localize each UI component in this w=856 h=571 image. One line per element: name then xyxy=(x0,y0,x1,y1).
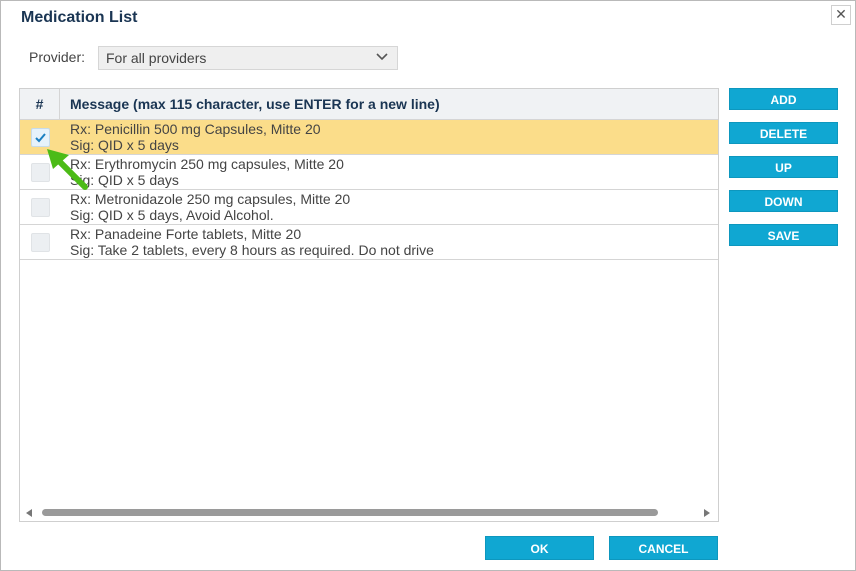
medication-grid: # Message (max 115 character, use ENTER … xyxy=(19,88,719,522)
table-row[interactable]: Rx: Metronidazole 250 mg capsules, Mitte… xyxy=(20,190,718,225)
close-button[interactable]: ✕ xyxy=(831,5,851,25)
table-row[interactable]: Rx: Panadeine Forte tablets, Mitte 20 Si… xyxy=(20,225,718,260)
up-button[interactable]: UP xyxy=(729,156,838,178)
ok-button[interactable]: OK xyxy=(485,536,594,560)
row-rx-text: Rx: Erythromycin 250 mg capsules, Mitte … xyxy=(70,156,344,172)
chevron-down-icon xyxy=(376,53,388,61)
row-checkbox[interactable] xyxy=(31,233,50,252)
down-button[interactable]: DOWN xyxy=(729,190,838,212)
row-rx-text: Rx: Panadeine Forte tablets, Mitte 20 xyxy=(70,226,302,242)
row-sig-text: Sig: QID x 5 days, Avoid Alcohol. xyxy=(70,207,274,223)
table-row[interactable]: Rx: Erythromycin 250 mg capsules, Mitte … xyxy=(20,155,718,190)
cancel-button[interactable]: CANCEL xyxy=(609,536,718,560)
medication-list-dialog: Medication List ✕ Provider: For all prov… xyxy=(0,0,856,571)
scrollbar-thumb[interactable] xyxy=(42,509,658,516)
row-rx-text: Rx: Metronidazole 250 mg capsules, Mitte… xyxy=(70,191,351,207)
pointer-arrow-icon xyxy=(47,149,88,190)
grid-header: # Message (max 115 character, use ENTER … xyxy=(20,89,718,120)
dialog-title: Medication List xyxy=(21,9,138,26)
delete-button[interactable]: DELETE xyxy=(729,122,838,144)
provider-select-value: For all providers xyxy=(106,50,207,66)
row-rx-text: Rx: Penicillin 500 mg Capsules, Mitte 20 xyxy=(70,121,321,137)
row-checkbox[interactable] xyxy=(31,198,50,217)
scroll-right-icon[interactable] xyxy=(704,509,710,517)
horizontal-scrollbar[interactable] xyxy=(20,505,718,521)
provider-label: Provider: xyxy=(29,49,86,65)
column-header-message: Message (max 115 character, use ENTER fo… xyxy=(70,96,440,112)
close-icon: ✕ xyxy=(835,6,847,22)
add-button[interactable]: ADD xyxy=(729,88,838,110)
row-sig-text: Sig: Take 2 tablets, every 8 hours as re… xyxy=(70,242,434,258)
scroll-left-icon[interactable] xyxy=(26,509,32,517)
save-button[interactable]: SAVE xyxy=(729,224,838,246)
provider-select[interactable]: For all providers xyxy=(98,46,398,70)
table-row[interactable]: Rx: Penicillin 500 mg Capsules, Mitte 20… xyxy=(20,120,718,155)
column-header-hash: # xyxy=(20,89,60,119)
